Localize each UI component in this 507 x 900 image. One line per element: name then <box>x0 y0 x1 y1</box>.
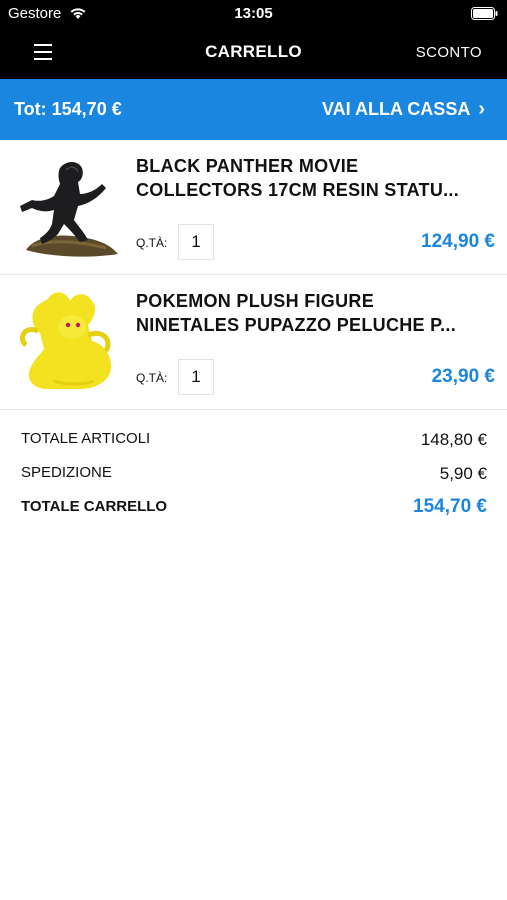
battery-icon <box>471 7 498 20</box>
ninetales-plush-image <box>20 292 112 389</box>
totals-cart-value: 154,70 € <box>413 496 487 517</box>
checkout-total: Tot: 154,70 € <box>14 99 122 119</box>
totals-cart-label: TOTALE CARRELLO <box>21 498 168 515</box>
totals-shipping-value: 5,90 € <box>439 464 487 483</box>
discount-button[interactable]: SCONTO <box>416 44 482 61</box>
quantity-input[interactable]: 1 <box>178 359 214 395</box>
status-bar: Gestore 13:05 <box>0 0 507 28</box>
cart-item[interactable]: POKEMON PLUSH FIGURE NINETALES PUPAZZO P… <box>0 275 507 410</box>
quantity-input[interactable]: 1 <box>178 224 214 260</box>
item-title-line-1: BLACK PANTHER MOVIE <box>136 156 359 176</box>
chevron-right-icon: › <box>478 98 485 120</box>
item-price: 124,90 € <box>421 231 495 252</box>
totals-shipping-label: SPEDIZIONE <box>21 464 112 481</box>
totals-items-value: 148,80 € <box>420 430 487 449</box>
item-title[interactable]: BLACK PANTHER MOVIE COLLECTORS 17CM RESI… <box>136 154 491 202</box>
go-to-checkout-label: VAI ALLA CASSA <box>321 99 471 119</box>
item-price: 23,90 € <box>431 366 495 387</box>
quantity-label: Q.TÀ: <box>136 236 168 250</box>
item-title[interactable]: POKEMON PLUSH FIGURE NINETALES PUPAZZO P… <box>136 289 491 337</box>
black-panther-statue-image <box>20 162 118 257</box>
go-to-checkout-button[interactable]: VAI ALLA CASSA › <box>322 99 485 120</box>
cart-item[interactable]: BLACK PANTHER MOVIE COLLECTORS 17CM RESI… <box>0 140 507 275</box>
nav-bar: CARRELLO SCONTO <box>0 28 507 79</box>
quantity-label: Q.TÀ: <box>136 371 168 385</box>
totals-items-label: TOTALE ARTICOLI <box>21 430 151 447</box>
item-title-line-2: NINETALES PUPAZZO PELUCHE P... <box>136 315 457 335</box>
status-time: 13:05 <box>234 5 273 22</box>
item-title-line-2: COLLECTORS 17CM RESIN STATU... <box>136 180 460 200</box>
checkout-bar: Tot: 154,70 € VAI ALLA CASSA › <box>0 79 507 140</box>
item-title-line-1: POKEMON PLUSH FIGURE <box>136 291 375 311</box>
